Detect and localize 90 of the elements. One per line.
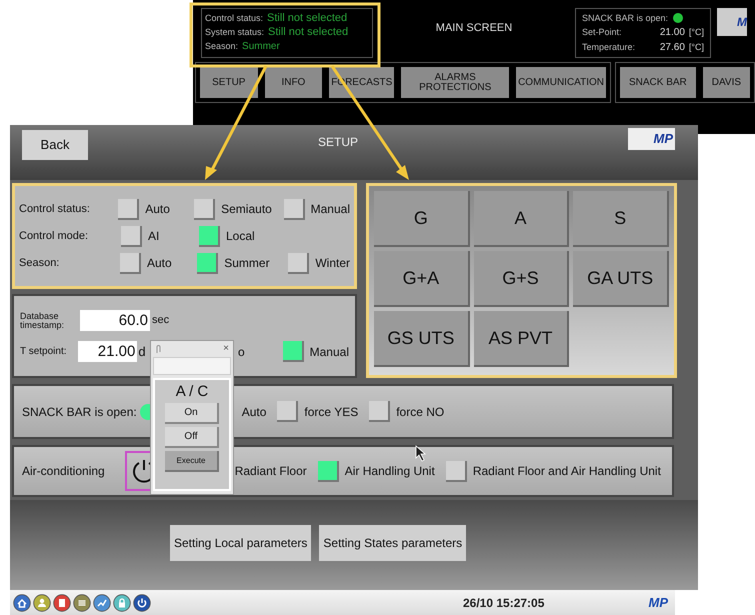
lock-icon[interactable] xyxy=(113,594,131,612)
reading-label: Set-Point: xyxy=(582,26,623,39)
home-icon[interactable] xyxy=(13,594,31,612)
checkbox-label: Semiauto xyxy=(221,201,272,218)
unit-label: d xyxy=(138,342,147,361)
nav-tab[interactable]: DAVIS xyxy=(702,67,750,98)
checkbox[interactable] xyxy=(282,341,304,362)
clock: 26/10 15:27:05 xyxy=(463,594,544,612)
input-field[interactable]: 21.00 xyxy=(78,341,138,362)
checkbox-label: Auto xyxy=(145,201,170,218)
strategy-button[interactable]: G+A xyxy=(374,251,470,307)
logo-text: M xyxy=(737,14,747,31)
checkbox[interactable] xyxy=(318,460,339,482)
snack-bar-label: SNACK BAR is open: xyxy=(582,12,668,25)
checkbox[interactable] xyxy=(288,252,310,274)
chart-icon[interactable] xyxy=(93,594,111,612)
unit-label: sec xyxy=(152,313,170,328)
nav-tab[interactable]: COMMUNICATION xyxy=(516,67,606,98)
strategy-button[interactable]: G+S xyxy=(474,251,570,307)
row-label: SNACK BAR is open: xyxy=(22,404,137,420)
row-label: Control mode: xyxy=(19,228,90,244)
nav-tab[interactable]: SETUP xyxy=(200,67,258,98)
power-icon[interactable] xyxy=(133,594,151,612)
close-button[interactable]: × xyxy=(223,344,229,354)
document-icon[interactable] xyxy=(53,594,71,612)
unit-label: [°C] xyxy=(688,41,704,54)
checkbox-label: Auto xyxy=(242,404,266,420)
checkbox-label: Local xyxy=(226,228,255,245)
status-value: Summer xyxy=(242,40,280,54)
cursor-icon xyxy=(416,445,426,462)
field-label: T setpoint: xyxy=(20,345,68,359)
action-button[interactable]: Setting Local parameters xyxy=(170,525,312,561)
status-label: Control status: xyxy=(205,12,264,25)
checkbox-label: force NO xyxy=(396,404,444,420)
row-label: Season: xyxy=(19,256,60,271)
checkbox-label: Manual xyxy=(310,201,350,218)
execute-button[interactable]: Execute xyxy=(165,451,219,472)
strategy-button[interactable]: A xyxy=(474,191,570,247)
logo-text: MP xyxy=(654,130,673,148)
input-field[interactable]: 60.0 xyxy=(80,310,150,331)
nav-tab[interactable]: ALARMS PROTECTIONS xyxy=(401,67,510,98)
checkbox[interactable] xyxy=(194,198,216,220)
strategy-button[interactable]: GA UTS xyxy=(573,251,669,307)
window-title: SETUP xyxy=(318,134,358,151)
checkbox[interactable] xyxy=(118,198,140,220)
strategy-button[interactable]: G xyxy=(374,191,470,247)
status-label: System status: xyxy=(205,26,264,39)
input-field[interactable] xyxy=(153,357,231,375)
checkbox[interactable] xyxy=(446,460,467,482)
row-label: Air-conditioning xyxy=(22,463,105,480)
checkbox[interactable] xyxy=(120,252,141,274)
popup-button[interactable]: Off xyxy=(165,427,219,448)
checkbox-label: force YES xyxy=(304,404,358,420)
back-button[interactable]: Back xyxy=(22,130,88,160)
status-label: Season: xyxy=(205,40,238,53)
unit-label: [°C] xyxy=(688,26,704,39)
status-value: Still not selected xyxy=(267,11,348,25)
checkbox[interactable] xyxy=(284,198,305,220)
popup-button[interactable]: On xyxy=(165,403,219,424)
nav-tab[interactable]: INFO xyxy=(264,67,322,98)
strategy-button[interactable]: S xyxy=(573,191,669,247)
checkbox-label: Radiant Floor and Air Handling Unit xyxy=(472,463,661,480)
checkbox-label: o xyxy=(238,344,245,360)
checkbox-label: Manual xyxy=(310,344,349,360)
checkbox-label: Radiant Floor xyxy=(234,463,307,480)
checkbox[interactable] xyxy=(197,252,218,274)
person-icon[interactable] xyxy=(33,594,51,612)
list-icon[interactable] xyxy=(73,594,91,612)
checkbox-label: Air Handling Unit xyxy=(344,463,435,480)
action-button[interactable]: Setting States parameters xyxy=(319,525,466,561)
row-label: Control status: xyxy=(19,202,91,217)
screen-title: MAIN SCREEN xyxy=(436,21,512,36)
checkbox-label: AI xyxy=(148,228,160,245)
checkbox[interactable] xyxy=(199,226,220,246)
reading-value: 21.00 xyxy=(660,26,685,40)
strategy-button[interactable]: AS PVT xyxy=(474,311,570,367)
checkbox-label: Auto xyxy=(147,255,172,272)
checkbox[interactable] xyxy=(121,226,142,246)
checkbox-label: Winter xyxy=(315,255,350,272)
checkbox-label: Summer xyxy=(224,255,270,272)
field-label: Database timestamp: xyxy=(20,312,66,330)
nav-tab[interactable]: SNACK BAR xyxy=(620,67,696,98)
strategy-button[interactable]: GS UTS xyxy=(374,311,470,367)
status-value: Still not selected xyxy=(268,25,348,39)
popup-heading: A / C xyxy=(176,383,208,400)
reading-value: 27.60 xyxy=(660,41,685,55)
logo: MP xyxy=(648,594,668,612)
checkbox[interactable] xyxy=(369,401,390,422)
checkbox[interactable] xyxy=(277,401,298,422)
reading-label: Temperature: xyxy=(582,41,636,54)
